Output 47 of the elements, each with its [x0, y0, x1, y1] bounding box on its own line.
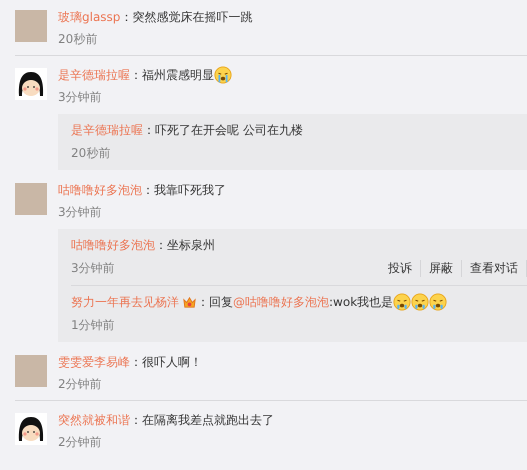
cartoon-avatar-icon[interactable]	[15, 413, 47, 445]
username-link[interactable]: 咕噜噜好多泡泡	[58, 182, 142, 198]
reply-action-link[interactable]: 屏蔽	[421, 260, 462, 276]
username-link[interactable]: 玻璃glassp	[58, 8, 120, 26]
comment-text: 突然感觉床在摇吓一跳	[132, 8, 252, 26]
timestamp: 2分钟前	[58, 376, 103, 393]
username-link[interactable]: 雯雯爱李易峰	[58, 354, 130, 370]
timestamp: 3分钟前	[58, 89, 103, 106]
reply-prefix: 回复	[209, 294, 233, 310]
timestamp: 3分钟前	[71, 260, 115, 277]
crying-emoji-icon	[429, 293, 448, 311]
timestamp: 3分钟前	[58, 204, 103, 221]
colon-separator: ：	[130, 354, 142, 370]
colon-separator: ：	[142, 182, 154, 198]
colon-separator: ：	[143, 122, 155, 138]
colon-separator: ：	[120, 8, 132, 26]
comment-text: 我靠吓死我了	[154, 182, 226, 198]
reply-text: :wok我也是	[329, 294, 394, 310]
colon-separator: ：	[155, 236, 167, 254]
cartoon-avatar-icon[interactable]	[15, 68, 47, 100]
reply-text: 吓死了在开会呢 公司在九楼	[155, 122, 303, 138]
reply-text: 坐标泉州	[167, 236, 215, 254]
username-link[interactable]: 是辛德瑞拉喔	[58, 66, 130, 84]
username-link[interactable]: 突然就被和谐	[58, 412, 130, 428]
timestamp: 20秒前	[71, 145, 110, 162]
timestamp: 20秒前	[58, 31, 98, 48]
timestamp: 2分钟前	[58, 434, 103, 451]
avatar-photo-placeholder[interactable]	[15, 183, 47, 215]
avatar-photo-placeholder[interactable]	[15, 355, 47, 387]
username-link[interactable]: 咕噜噜好多泡泡	[71, 236, 155, 254]
crying-emoji-icon	[411, 293, 430, 311]
avatar-photo-placeholder[interactable]	[15, 10, 47, 42]
comment-text: 在隔离我差点就跑出去了	[142, 412, 274, 428]
crying-emoji-icon	[393, 293, 412, 311]
username-link[interactable]: 努力一年再去见杨洋	[71, 294, 179, 310]
colon-separator: ：	[130, 412, 142, 428]
reply-action-link[interactable]: 查看对话	[462, 260, 527, 276]
colon-separator: ：	[197, 294, 209, 310]
mention-link[interactable]: @咕噜噜好多泡泡	[233, 294, 329, 310]
username-link[interactable]: 是辛德瑞拉喔	[71, 122, 143, 138]
comment-text: 福州震感明显	[142, 66, 214, 84]
colon-separator: ：	[130, 66, 142, 84]
timestamp: 1分钟前	[71, 317, 115, 334]
comment-text: 很吓人啊！	[142, 354, 202, 370]
crying-emoji-icon	[214, 66, 232, 84]
crown-badge-icon	[182, 294, 197, 310]
reply-action-link[interactable]: 投诉	[380, 260, 421, 276]
